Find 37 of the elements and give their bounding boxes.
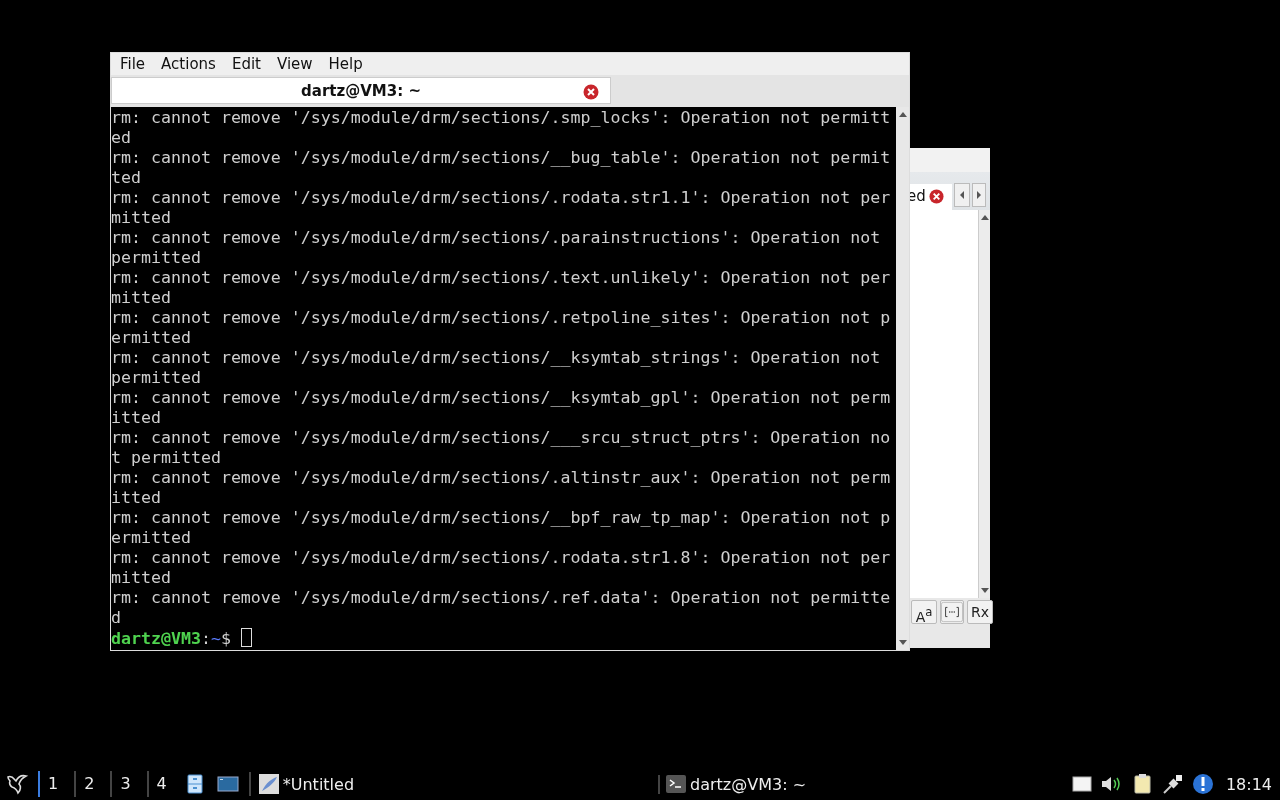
scroll-down-icon[interactable]	[898, 640, 907, 646]
menu-item[interactable]: Help	[321, 55, 370, 73]
monitor-icon[interactable]	[216, 775, 239, 793]
workspace-button[interactable]: 1	[38, 771, 67, 797]
workspace-button[interactable]: 4	[146, 771, 175, 797]
scroll-up-icon[interactable]	[980, 214, 989, 220]
menu-item[interactable]: Edit	[224, 55, 268, 73]
terminal-tab[interactable]: dartz@VM3: ~	[111, 77, 611, 104]
feather-icon	[258, 774, 279, 794]
scroll-down-icon[interactable]	[980, 588, 989, 594]
close-icon[interactable]	[928, 188, 944, 204]
taskbar-task[interactable]: dartz@VM3: ~	[658, 774, 807, 794]
font-button[interactable]: A$^{a}$	[911, 600, 937, 624]
menu-item[interactable]: View	[269, 55, 320, 73]
terminal-icon	[666, 775, 687, 793]
taskbar-task[interactable]: *Untitled	[258, 774, 355, 794]
menu-item[interactable]: Actions	[154, 55, 223, 73]
workspace-button[interactable]: 2	[74, 771, 103, 797]
rx-button[interactable]: Rx	[967, 600, 993, 624]
terminal-output-line: rm: cannot remove '/sys/module/drm/sections/.ref.data': Operation not permitted	[111, 588, 892, 628]
menu-item[interactable]: File	[113, 55, 153, 73]
file-cabinet-icon[interactable]	[184, 774, 205, 794]
workspace-button[interactable]: 3	[110, 771, 139, 797]
text-cursor	[240, 628, 252, 647]
info-alert-icon[interactable]	[1191, 773, 1214, 795]
clipboard-icon[interactable]	[1131, 773, 1154, 795]
drive-icon[interactable]	[1071, 775, 1092, 793]
bracket-icon[interactable]	[940, 600, 964, 624]
scroll-left-icon[interactable]	[953, 183, 970, 207]
scroll-right-icon[interactable]	[971, 183, 986, 207]
close-icon[interactable]	[583, 84, 599, 100]
clock: 18:14	[1225, 774, 1272, 794]
scrollbar[interactable]	[896, 107, 909, 650]
network-plug-icon[interactable]	[1161, 773, 1184, 795]
scroll-up-icon[interactable]	[898, 111, 907, 117]
scrollbar[interactable]	[978, 210, 990, 598]
shell-prompt: dartz@VM3:~$	[111, 628, 894, 649]
